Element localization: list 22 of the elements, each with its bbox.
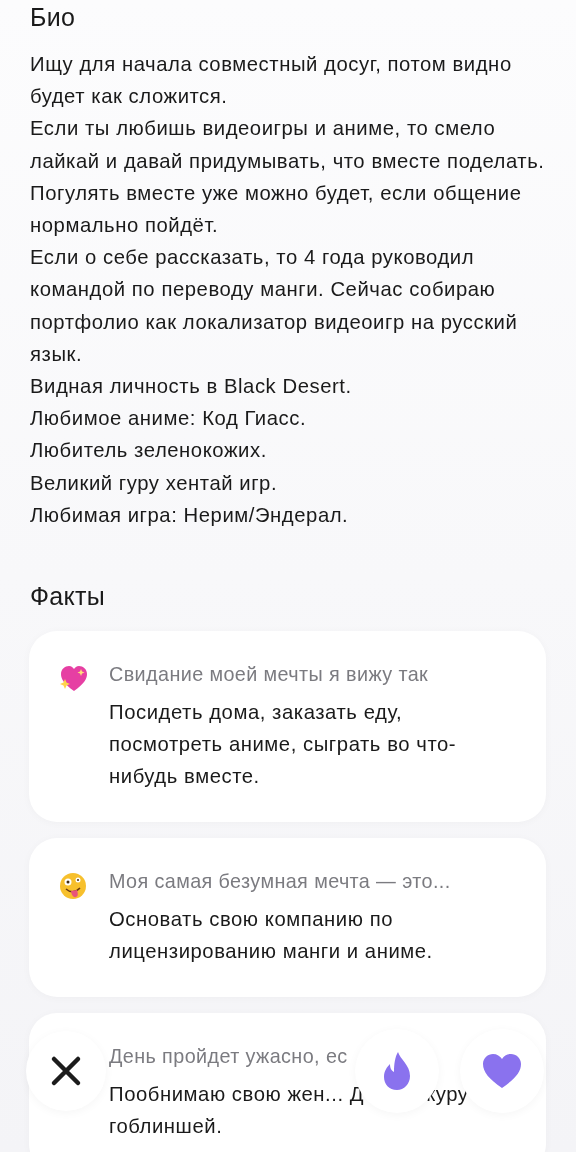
close-icon [50,1055,82,1087]
bio-text: Любимое аниме: Код Гиасс. [30,406,308,432]
bio-text: Великий гуру хентай игр. [30,470,279,496]
bio-text: Любимая игра: Нерим/Эндерал. [30,502,350,528]
bio-text: Если ты любишь видеоигры и аниме, то смело лайкай и давай придумывать, что вместе поделать. [30,116,546,174]
bio-text: Если о себе рассказать, то 4 года руководил командой по переводу манги. Сейчас собираю портфолио как локализатор видеоигр на русский язык. [30,245,519,367]
section-heading: Био [30,2,76,33]
fact-answer: гоблиншей. [109,1115,223,1138]
section-heading: Факты [30,581,106,613]
fact-answer: Основать свою компанию по лицензированию манги и аниме. [109,908,433,963]
bio-text: Любитель зеленокожих. [30,438,268,464]
fact-question: Моя самая безумная мечта — это... [109,869,451,895]
bio-text: Погулять вместе уже можно будет, если общение нормально пойдёт. [30,180,523,238]
fact-answer: Посидеть дома, заказать еду, посмотреть аниме, сыграть во что-нибудь вместе. [109,701,457,788]
fact-question: Свидание моей мечты я вижу так [109,662,429,688]
heart-icon [59,665,89,694]
flame-icon [382,1051,412,1091]
bio-text: Ищу для начала совместный досуг, потом видно будет как сложится. [30,52,513,110]
bio-text: Видная личность в Black Desert. [30,374,353,400]
heart-icon [482,1053,522,1089]
fact-question: День пройдет ужасно, ес [109,1044,348,1070]
face-icon [59,872,87,901]
